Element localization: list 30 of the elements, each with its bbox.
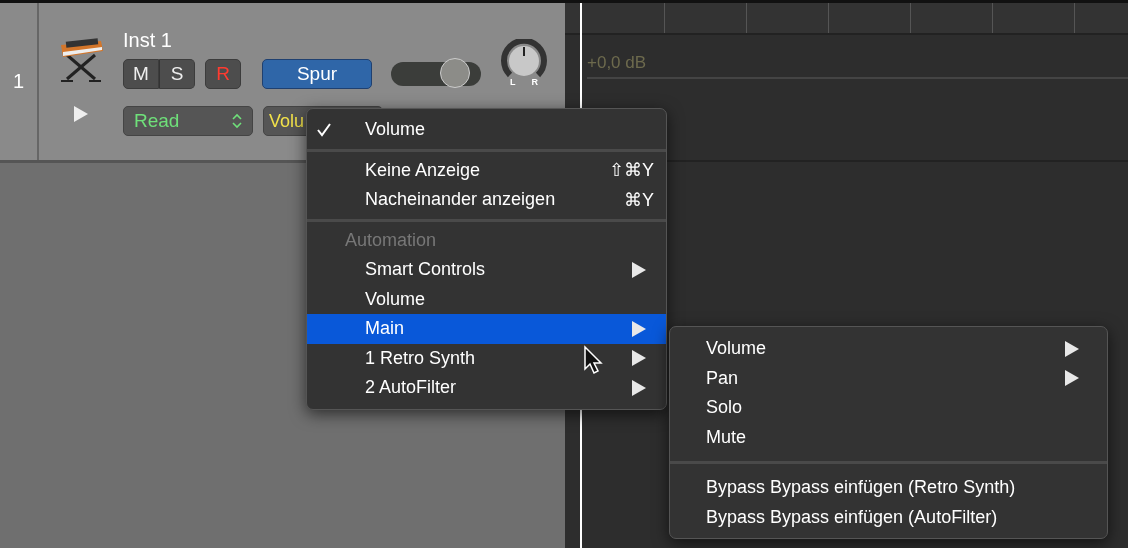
m-button[interactable]: M (123, 59, 159, 89)
s-button[interactable]: S (159, 59, 195, 89)
menu-item[interactable]: Volume (307, 284, 666, 314)
menu-item[interactable]: Nacheinander anzeigen ⌘Y (307, 185, 666, 215)
pan-right-label: R (531, 77, 538, 87)
automation-mode-dropdown[interactable]: Read (123, 106, 253, 136)
menu-item[interactable]: Main (307, 314, 666, 344)
menu-item[interactable]: Volume (307, 115, 666, 145)
menu-item[interactable]: Keine Anzeige ⇧⌘Y (307, 155, 666, 185)
menu-item[interactable]: 2 AutoFilter (307, 373, 666, 403)
chevron-icon (232, 113, 242, 129)
menu-item[interactable]: Smart Controls (307, 255, 666, 285)
cursor-icon (583, 345, 605, 375)
menu-section-header: Automation (344, 228, 438, 252)
gain-label: +0,0 dB (587, 53, 1128, 79)
play-icon (73, 105, 89, 123)
track-name: Inst 1 (123, 29, 173, 53)
slider-thumb[interactable] (439, 58, 470, 88)
pan-left-label: L (510, 77, 516, 87)
menu-item[interactable]: Solo (670, 393, 1107, 423)
menu-item[interactable]: Bypass Bypass einfügen (Retro Synth) (670, 473, 1107, 503)
track-number: 1 (0, 3, 39, 160)
track-button[interactable]: Spur (262, 59, 372, 89)
menu-item[interactable]: Bypass Bypass einfügen (AutoFilter) (670, 502, 1107, 532)
menu-item[interactable]: Volume (670, 334, 1107, 364)
menu-item[interactable]: Mute (670, 422, 1107, 452)
menu-item[interactable]: Pan (670, 363, 1107, 393)
pan-knob (500, 39, 548, 79)
menu-item[interactable]: 1 Retro Synth (307, 343, 666, 373)
checkmark-icon (317, 122, 331, 137)
